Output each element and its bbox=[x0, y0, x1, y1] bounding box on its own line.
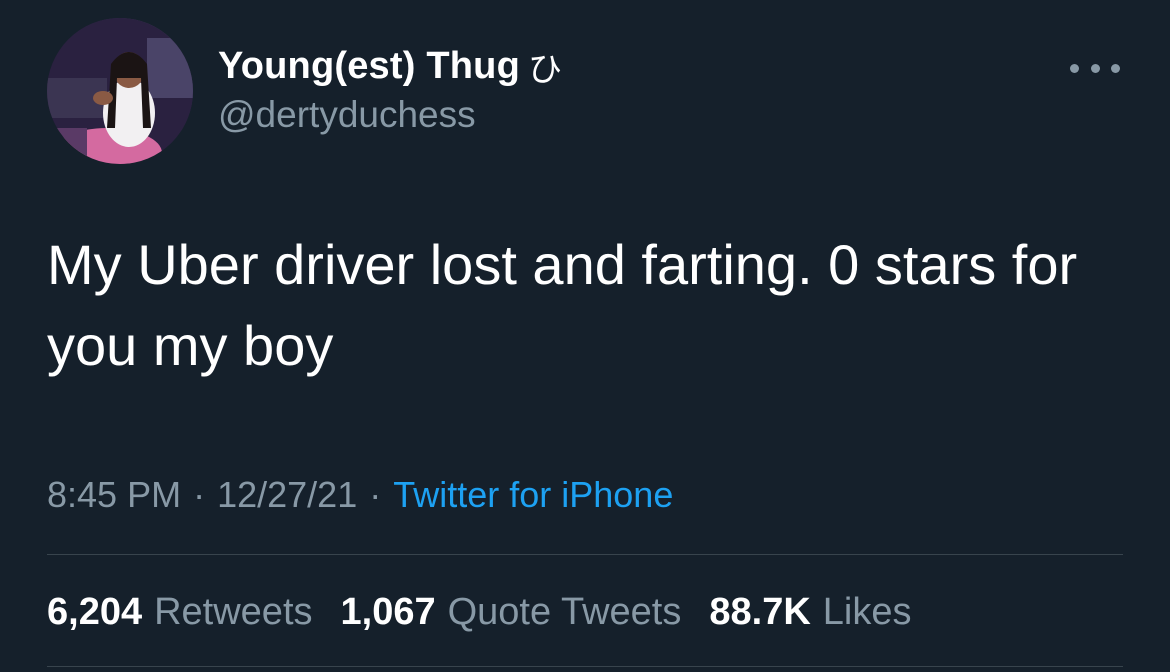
divider bbox=[47, 554, 1123, 555]
meta-separator: · bbox=[193, 474, 206, 515]
user-handle[interactable]: @dertyduchess bbox=[218, 94, 476, 136]
engagement-stats: 6,204 Retweets 1,067 Quote Tweets 88.7K … bbox=[47, 588, 940, 636]
name-emoji: ひ bbox=[528, 49, 563, 90]
retweets-stat[interactable]: 6,204 Retweets bbox=[47, 591, 313, 634]
tweet-text: My Uber driver lost and farting. 0 stars… bbox=[47, 233, 1078, 377]
display-name[interactable]: Young(est) Thug bbox=[218, 45, 520, 88]
more-horizontal-icon bbox=[1070, 63, 1079, 73]
quote-tweets-label: Quote Tweets bbox=[447, 590, 682, 633]
more-horizontal-icon bbox=[1111, 63, 1120, 73]
tweet-source-link[interactable]: Twitter for iPhone bbox=[393, 474, 673, 516]
tweet-detail: Young(est) Thug ひ @dertyduchess My Uber … bbox=[0, 0, 1170, 672]
tweet-metadata: 8:45 PM · 12/27/21 · Twitter for iPhone bbox=[47, 472, 673, 518]
divider bbox=[47, 666, 1123, 667]
meta-separator: · bbox=[369, 474, 382, 515]
more-horizontal-icon bbox=[1090, 63, 1100, 73]
quote-tweets-stat[interactable]: 1,067 Quote Tweets bbox=[341, 591, 682, 634]
quote-tweets-count: 1,067 bbox=[340, 590, 436, 633]
retweets-count: 6,204 bbox=[47, 590, 143, 633]
tweet-date[interactable]: 12/27/21 bbox=[217, 474, 357, 516]
avatar[interactable] bbox=[47, 18, 193, 164]
more-options-button[interactable] bbox=[1070, 58, 1120, 78]
tweet-time[interactable]: 8:45 PM bbox=[47, 474, 181, 516]
display-name-row[interactable]: Young(est) Thug ひ bbox=[218, 44, 563, 90]
likes-count: 88.7K bbox=[709, 590, 811, 633]
likes-label: Likes bbox=[822, 590, 912, 633]
avatar-image bbox=[47, 18, 193, 164]
retweets-label: Retweets bbox=[154, 590, 313, 633]
likes-stat[interactable]: 88.7K Likes bbox=[709, 591, 911, 634]
